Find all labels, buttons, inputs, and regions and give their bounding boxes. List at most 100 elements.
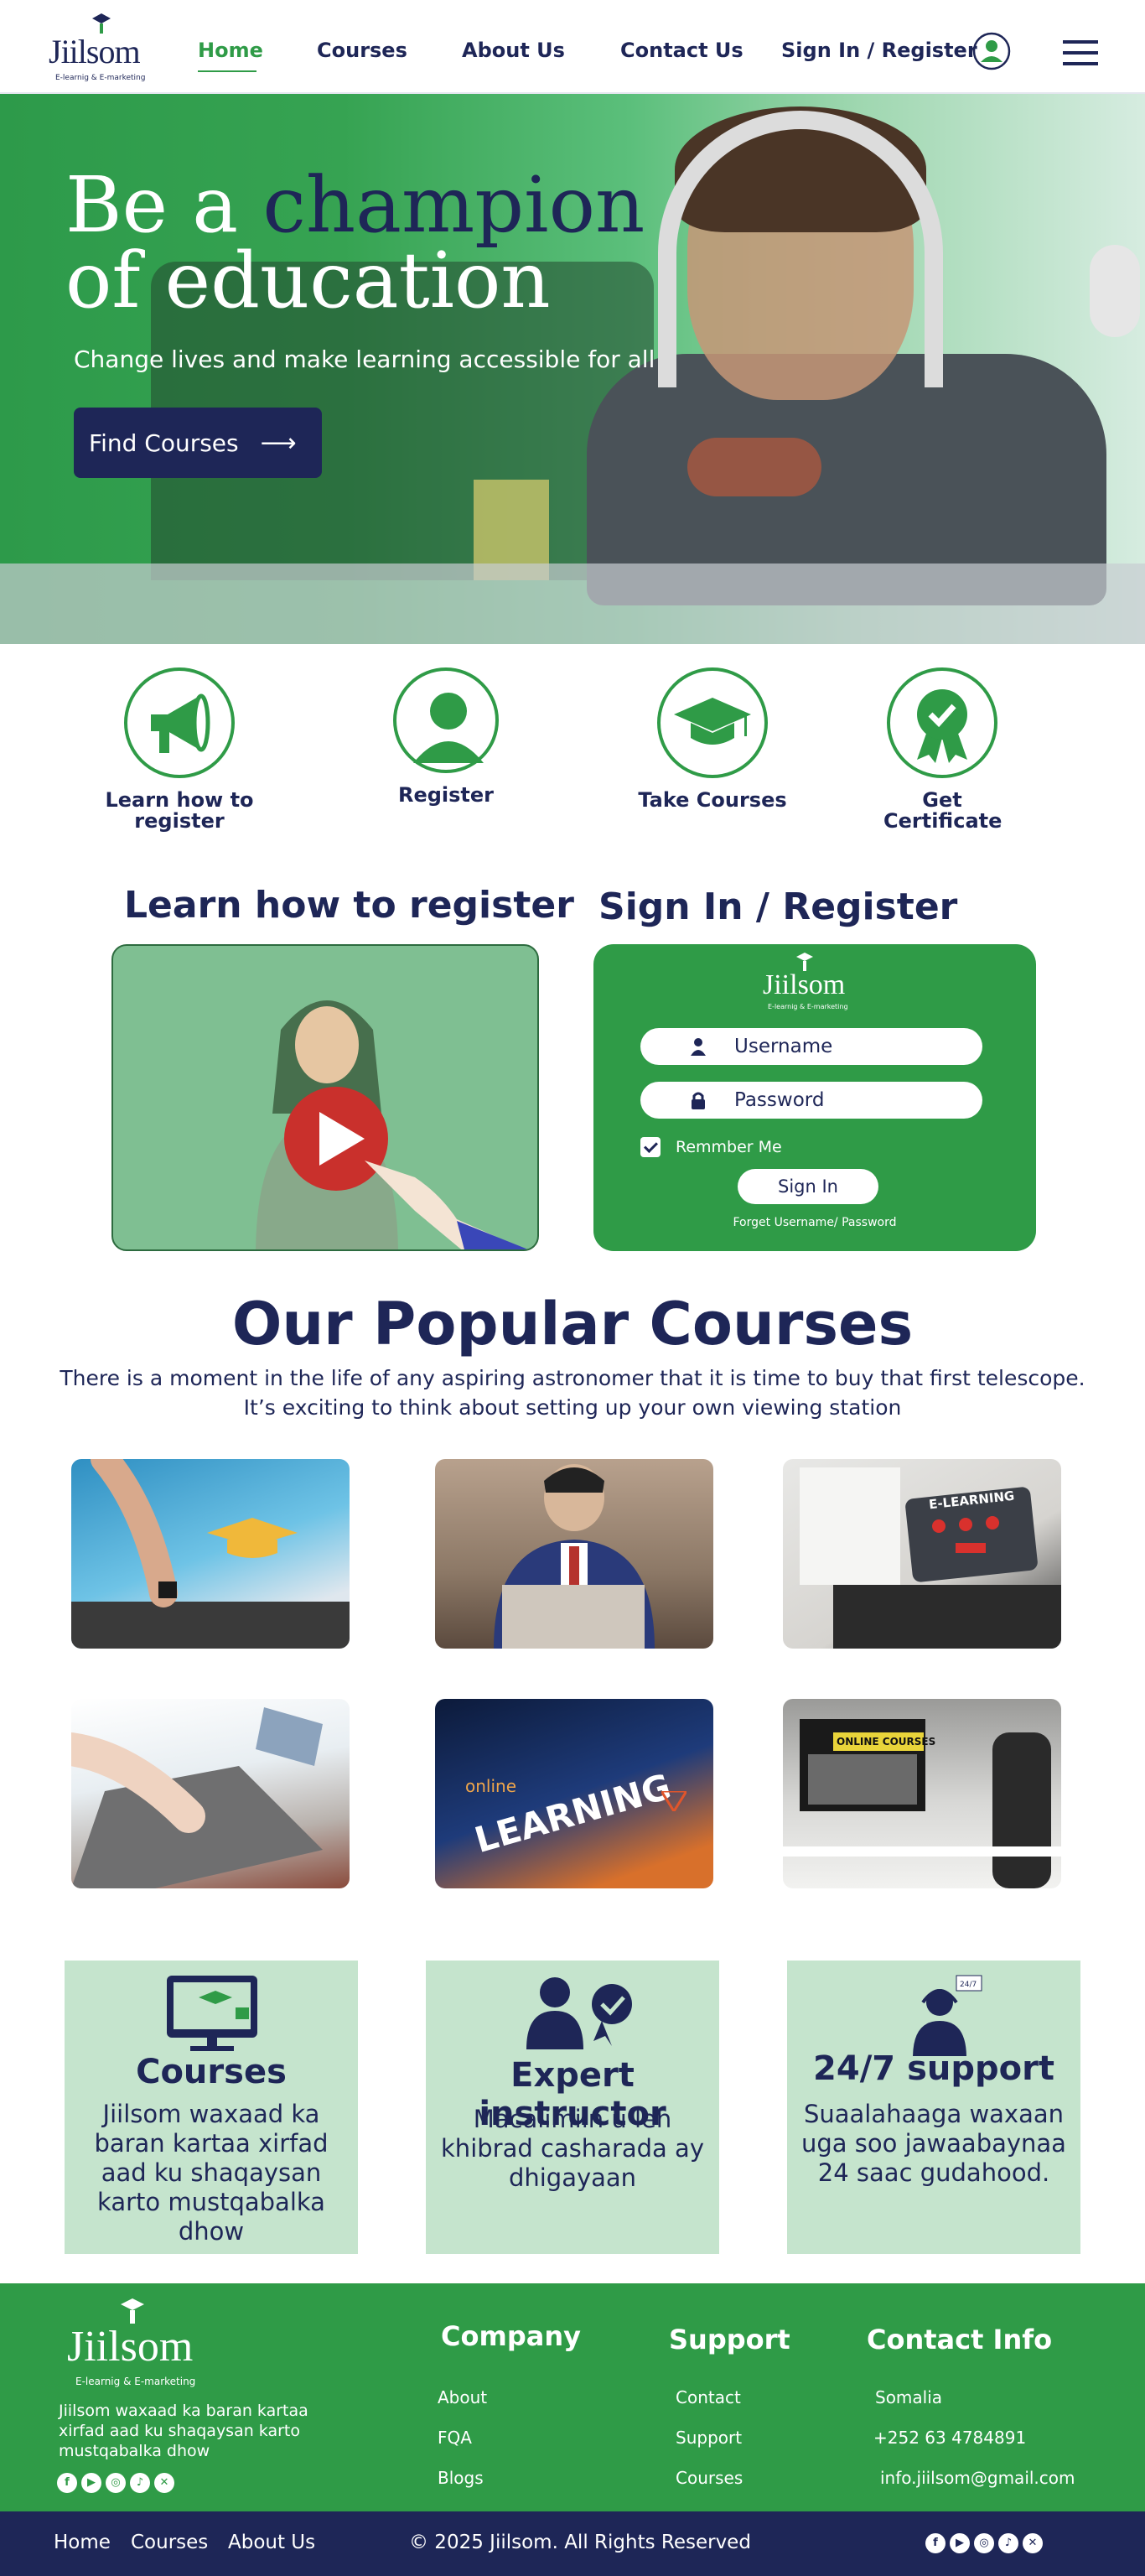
step-label: Get Certificate (883, 788, 1003, 833)
contact-location: Somalia (875, 2387, 943, 2407)
course-card[interactable]: online LEARNING (435, 1699, 713, 1888)
hero-title: Be a champion of education (65, 160, 645, 325)
online-courses-label: ONLINE COURSES (837, 1736, 936, 1748)
facebook-icon[interactable]: f (57, 2473, 77, 2493)
user-account-icon[interactable] (972, 32, 1011, 70)
step-learn-register[interactable]: Learn how to register (87, 667, 272, 832)
footer-support-title: Support (669, 2324, 790, 2355)
course-card[interactable] (71, 1459, 350, 1649)
feature-title: 24/7 support (813, 2049, 1054, 2088)
nav-home[interactable]: Home (198, 39, 263, 62)
facebook-icon[interactable]: f (925, 2533, 946, 2553)
learn-register-title: Learn how to register (124, 884, 574, 927)
typing-laptop-image (71, 1707, 323, 1888)
bottom-link-home[interactable]: Home (54, 2532, 111, 2553)
headset-support-icon: 24/7 (913, 1975, 982, 2056)
find-courses-button[interactable]: Find Courses ⟶ (74, 408, 322, 478)
tiktok-icon[interactable]: ♪ (130, 2473, 150, 2493)
copyright-text: © 2025 Jiilsom. All Rights Reserved (409, 2532, 751, 2553)
instructor-badge-icon (526, 1977, 632, 2049)
course-card[interactable]: E-LEARNING (783, 1459, 1061, 1649)
play-triangle-icon (661, 1791, 686, 1811)
step-label: Take Courses (638, 788, 787, 812)
forget-link[interactable]: Forget Username/ Password (593, 1216, 1003, 1229)
hero-subtitle: Change lives and make learning accessibl… (74, 345, 655, 373)
hamburger-menu-icon[interactable] (1063, 40, 1098, 69)
feature-title: Courses (136, 2053, 287, 2091)
signin-logo-name: Jiilsom (763, 969, 846, 1000)
nav-courses[interactable]: Courses (317, 39, 407, 62)
footer-link-blogs[interactable]: Blogs (438, 2468, 484, 2488)
remember-me[interactable]: Remmber Me (640, 1137, 782, 1157)
instagram-icon[interactable]: ◎ (106, 2473, 126, 2493)
courses-description: There is a moment in the life of any asp… (60, 1366, 1085, 1420)
step-label: Learn how to register (105, 788, 254, 833)
youtube-icon[interactable]: ▶ (950, 2533, 970, 2553)
student-laptop-image (494, 1464, 655, 1649)
find-courses-label: Find Courses (89, 428, 239, 457)
footer-social-icons: f ▶ ◎ ♪ ✕ (57, 2473, 174, 2493)
footer-link-courses[interactable]: Courses (676, 2468, 743, 2488)
contact-phone[interactable]: +252 63 4784891 (873, 2428, 1026, 2448)
top-navbar: Jiilsom E-learnig & E-marketing Home Cou… (0, 0, 1145, 94)
course-card[interactable] (435, 1459, 713, 1649)
x-icon[interactable]: ✕ (1023, 2533, 1043, 2553)
register-video-player[interactable] (111, 944, 539, 1251)
contact-email[interactable]: info.jiilsom@gmail.com (880, 2468, 1075, 2488)
username-field[interactable] (640, 1028, 982, 1065)
nav-contact[interactable]: Contact Us (620, 39, 743, 62)
feature-support: 24/7 24/7 support Suaalahaaga waxaan uga… (787, 1961, 1080, 2254)
x-icon[interactable]: ✕ (154, 2473, 174, 2493)
footer: Jiilsom E-learnig & E-marketing Jiilsom … (0, 2283, 1145, 2511)
step-get-certificate[interactable]: Get Certificate (850, 667, 1034, 832)
hero-cup-shape (1090, 245, 1140, 337)
monitor-graduation-icon (167, 1976, 257, 2051)
password-field[interactable] (640, 1082, 982, 1119)
hero-desk (0, 564, 1145, 644)
footer-link-contact[interactable]: Contact (676, 2387, 741, 2407)
tiktok-icon[interactable]: ♪ (998, 2533, 1018, 2553)
course-card[interactable]: ONLINE COURSES (783, 1699, 1061, 1888)
graduation-cap-icon (796, 953, 813, 971)
signin-button[interactable]: Sign In (738, 1169, 878, 1204)
bottom-link-about[interactable]: About Us (228, 2532, 315, 2553)
brand-logo[interactable]: Jiilsom E-learnig & E-marketing (49, 10, 149, 82)
signin-form: Jiilsom E-learnig & E-marketing Remmber … (593, 944, 1036, 1251)
pointing-hand-icon (365, 1161, 528, 1249)
user-icon (691, 1038, 706, 1056)
bottom-social-icons: f ▶ ◎ ♪ ✕ (925, 2533, 1043, 2553)
megaphone-icon (151, 693, 210, 753)
signin-title: Sign In / Register (598, 886, 958, 928)
footer-logo-tagline: E-learnig & E-marketing (75, 2376, 196, 2387)
laptop-graduation-image (71, 1459, 350, 1649)
footer-link-fqa[interactable]: FQA (438, 2428, 472, 2448)
feature-description: Suaalahaaga waxaan uga soo jawaabaynaa 2… (801, 2100, 1066, 2187)
password-input[interactable] (734, 1087, 961, 1114)
active-underline (198, 70, 256, 72)
graduation-cap-icon (121, 2298, 144, 2324)
footer-description: Jiilsom waxaad ka baran kartaa xirfad aa… (59, 2402, 308, 2460)
signin-logo: Jiilsom E-learnig & E-marketing (756, 948, 873, 1015)
nav-signin[interactable]: Sign In / Register (781, 39, 977, 62)
online-label: online (465, 1776, 517, 1796)
course-card[interactable] (71, 1699, 350, 1888)
footer-logo[interactable]: Jiilsom E-learnig & E-marketing (65, 2297, 199, 2389)
remember-label: Remmber Me (676, 1138, 782, 1156)
elearning-tablet-image (800, 1467, 1061, 1649)
bottom-link-courses[interactable]: Courses (131, 2532, 208, 2553)
instagram-icon[interactable]: ◎ (974, 2533, 994, 2553)
remember-checkbox[interactable] (640, 1137, 661, 1157)
step-register[interactable]: Register (354, 667, 538, 806)
feature-courses: Courses Jiilsom waxaad ka baran kartaa x… (65, 1961, 358, 2254)
nav-about[interactable]: About Us (462, 39, 565, 62)
footer-company-title: Company (441, 2320, 581, 2352)
footer-link-support[interactable]: Support (676, 2428, 742, 2448)
youtube-icon[interactable]: ▶ (81, 2473, 101, 2493)
footer-link-about[interactable]: About (438, 2387, 487, 2407)
headphone-shape (658, 111, 943, 387)
footer-logo-name: Jiilsom (67, 2323, 194, 2371)
username-input[interactable] (734, 1033, 961, 1060)
feature-description: Macalimiin u leh khibrad casharada ay dh… (441, 2105, 704, 2192)
step-take-courses[interactable]: Take Courses (620, 667, 805, 811)
footer-contact-title: Contact Info (867, 2324, 1053, 2355)
